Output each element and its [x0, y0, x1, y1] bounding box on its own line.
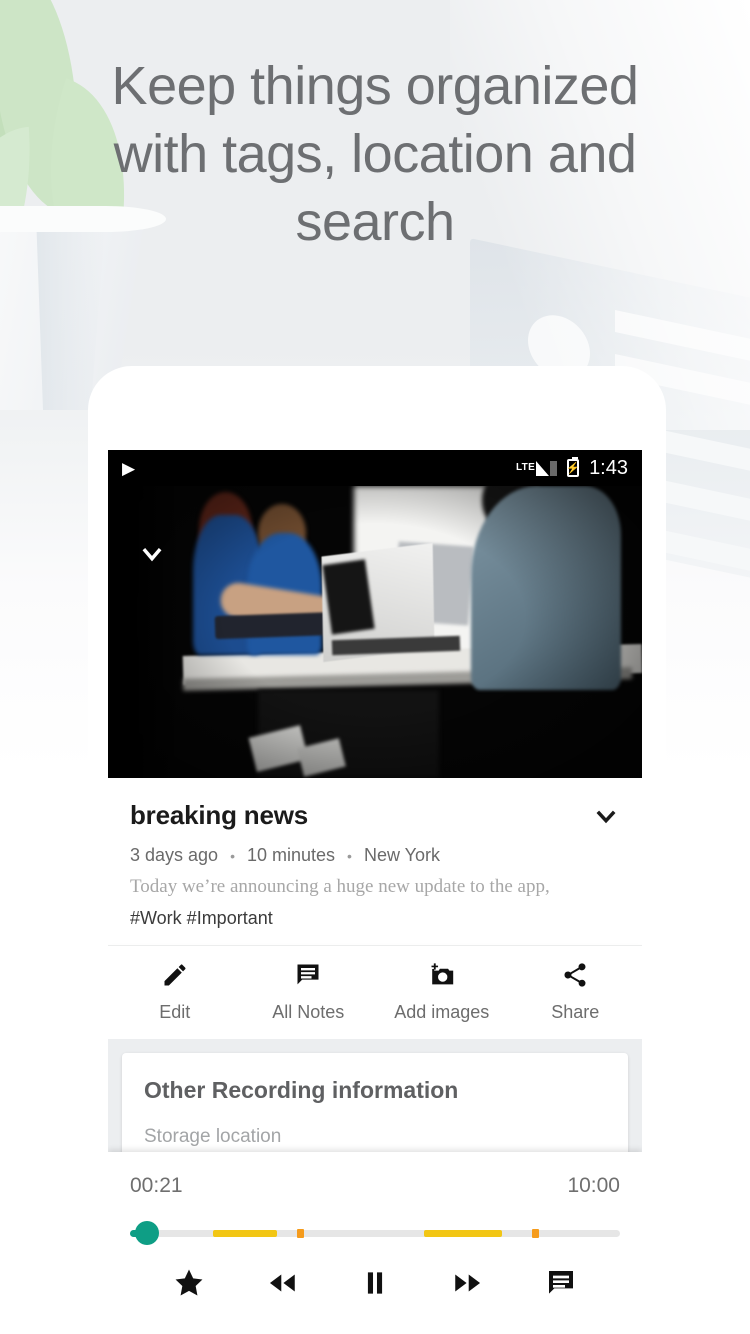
network-label: LTE — [516, 462, 536, 473]
pause-icon[interactable] — [328, 1260, 421, 1306]
notes-icon[interactable] — [515, 1260, 608, 1306]
signal-bars-icon — [536, 460, 558, 476]
note-summary: breaking news 3 days ago • 10 minutes • … — [108, 778, 642, 945]
action-label: Share — [551, 1002, 600, 1022]
video-preview[interactable] — [108, 486, 642, 778]
meta-separator: • — [230, 847, 235, 864]
action-add-images[interactable]: Add images — [375, 960, 509, 1023]
pencil-icon — [161, 960, 189, 990]
note-body-text: Today we’re announcing a huge new update… — [130, 876, 550, 897]
player-controls — [108, 1238, 642, 1306]
add-photo-icon — [428, 960, 456, 990]
action-bar: Edit All Notes Add images Share — [108, 945, 642, 1039]
forward-icon[interactable] — [422, 1260, 515, 1306]
notes-icon — [294, 960, 322, 990]
note-title: breaking news — [130, 800, 309, 830]
phone-screen: ▶ LTE ⚡ 1:43 breaking news 3 days ago • … — [108, 450, 642, 1334]
play-icon: ▶ — [122, 458, 136, 478]
bookmark-segment — [424, 1230, 503, 1237]
seek-bar[interactable] — [130, 1221, 620, 1245]
total-time-label: 10:00 — [567, 1174, 620, 1197]
share-icon — [561, 960, 589, 990]
current-time-label: 00:21 — [130, 1174, 183, 1197]
bookmark-marker — [531, 1229, 539, 1238]
clock-label: 1:43 — [589, 456, 628, 479]
note-header: breaking news — [130, 800, 620, 831]
status-bar: ▶ LTE ⚡ 1:43 — [108, 450, 642, 486]
bookmark-segment — [213, 1230, 277, 1237]
meta-separator: • — [347, 847, 352, 864]
note-location: New York — [363, 845, 440, 865]
action-label: Edit — [159, 1002, 191, 1022]
action-all-notes[interactable]: All Notes — [242, 960, 376, 1023]
seek-thumb[interactable] — [134, 1221, 159, 1245]
seek-track[interactable] — [130, 1230, 620, 1237]
note-date: 3 days ago — [130, 845, 219, 865]
recording-info-title: Other Recording information — [144, 1077, 459, 1103]
player-times: 00:21 10:00 — [108, 1152, 642, 1198]
signal-icon: LTE — [516, 460, 558, 476]
video-image — [108, 486, 642, 778]
chevron-down-icon[interactable] — [138, 540, 166, 568]
chevron-down-icon[interactable] — [592, 802, 620, 830]
status-bar-right: LTE ⚡ 1:43 — [516, 457, 628, 480]
rewind-icon[interactable] — [235, 1260, 328, 1306]
bookmark-marker — [296, 1229, 304, 1238]
battery-charging-icon: ⚡ — [566, 457, 580, 477]
page-title: Keep things organized with tags, locatio… — [111, 56, 639, 252]
action-edit[interactable]: Edit — [108, 960, 242, 1023]
action-label: All Notes — [272, 1002, 345, 1022]
action-share[interactable]: Share — [509, 960, 643, 1023]
note-tags: #Work #Important — [130, 908, 273, 928]
star-icon[interactable] — [142, 1260, 235, 1306]
player-sheet: 00:21 10:00 — [108, 1152, 642, 1334]
note-meta: 3 days ago • 10 minutes • New York — [130, 845, 620, 866]
storage-location-label: Storage location — [144, 1126, 282, 1147]
action-label: Add images — [394, 1002, 490, 1022]
note-duration: 10 minutes — [246, 845, 336, 865]
